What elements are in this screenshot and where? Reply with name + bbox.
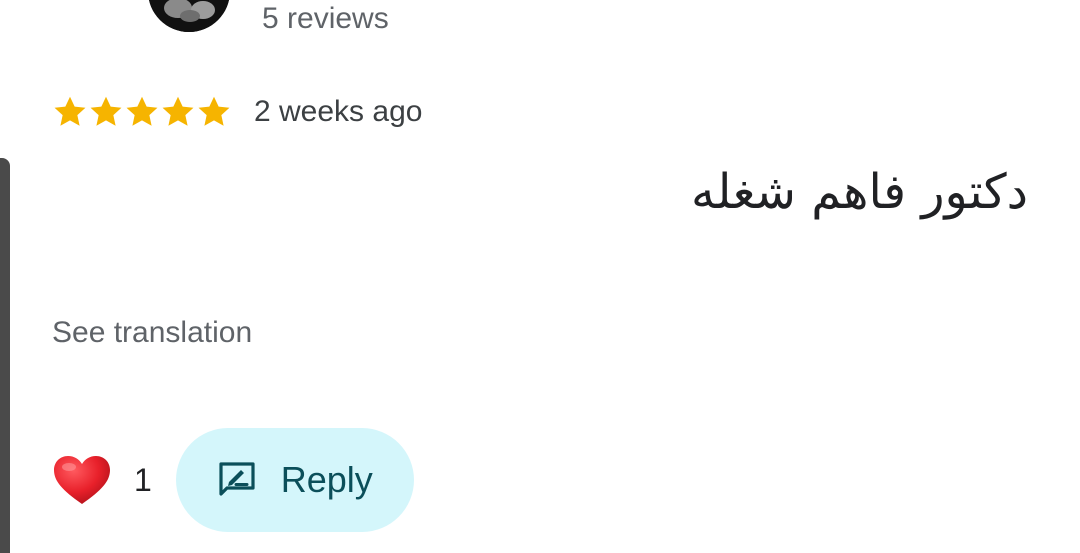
see-translation-link[interactable]: See translation xyxy=(52,314,252,352)
reviewer-review-count: 5 reviews xyxy=(262,2,389,35)
heart-icon xyxy=(54,456,110,504)
star-icon xyxy=(54,96,86,126)
like-count: 1 xyxy=(134,461,152,498)
star-icon xyxy=(162,96,194,126)
avatar[interactable] xyxy=(148,0,230,32)
review-time: 2 weeks ago xyxy=(254,95,423,128)
back-arrow-icon[interactable] xyxy=(52,0,84,12)
like-button[interactable]: 1 xyxy=(52,454,152,506)
star-icon xyxy=(126,96,158,126)
reply-edit-icon xyxy=(219,462,255,496)
review-text: دكتور فاهم شغله xyxy=(690,164,1028,220)
review-actions: 1 Reply xyxy=(52,428,414,532)
star-rating xyxy=(52,94,232,130)
scroll-edge xyxy=(0,158,10,553)
star-icon xyxy=(90,96,122,126)
reply-button[interactable]: Reply xyxy=(175,428,414,532)
star-icon xyxy=(198,96,230,126)
review-card: 5 reviews 2 weeks ago دكتور فاهم شغله Se… xyxy=(0,0,1080,553)
reply-label: Reply xyxy=(280,459,373,500)
rating-row: 2 weeks ago xyxy=(52,92,422,132)
